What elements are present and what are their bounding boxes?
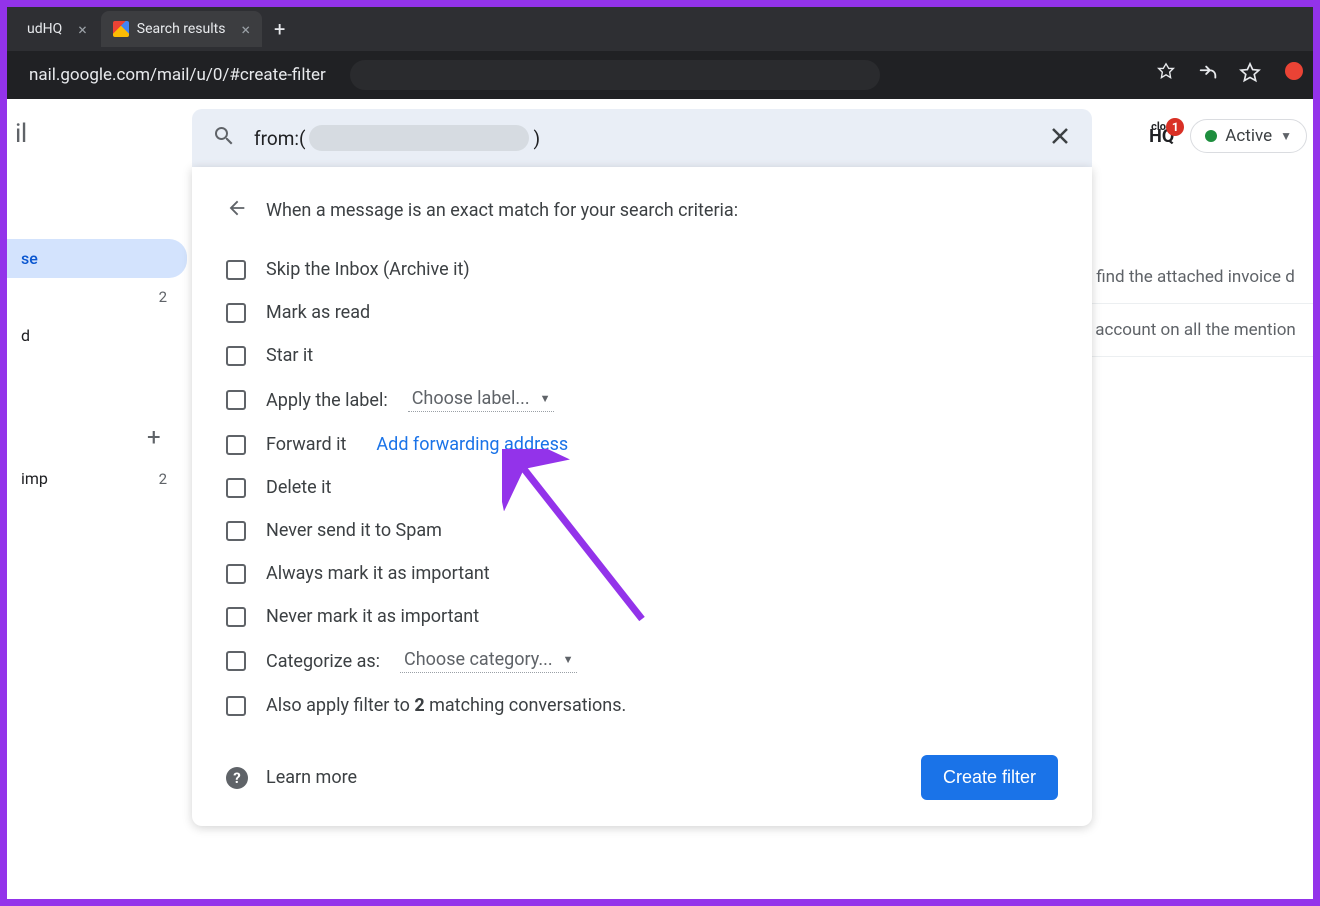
filter-option-also-apply[interactable]: Also apply filter to 2 matching conversa…	[226, 684, 1058, 727]
filter-option-skip-inbox[interactable]: Skip the Inbox (Archive it)	[226, 248, 1058, 291]
checkbox[interactable]	[226, 564, 246, 584]
add-label-button[interactable]: +	[7, 415, 187, 459]
redacted-email	[309, 125, 529, 151]
clear-search-icon[interactable]	[1048, 124, 1072, 152]
checkbox[interactable]	[226, 346, 246, 366]
tab-title: Search results	[137, 21, 226, 37]
checkbox[interactable]	[226, 696, 246, 716]
match-count: 2	[414, 695, 424, 716]
gmail-icon	[113, 21, 129, 37]
sidebar-item-label: d	[21, 326, 30, 345]
close-icon[interactable]: ×	[78, 20, 87, 39]
sidebar-item[interactable]: imp 2	[7, 459, 187, 498]
dropdown-value: Choose category...	[404, 649, 553, 670]
create-filter-panel: When a message is an exact match for you…	[192, 167, 1092, 826]
option-label: Skip the Inbox (Archive it)	[266, 259, 470, 280]
tab-title: udHQ	[27, 21, 62, 37]
option-label: Star it	[266, 345, 313, 366]
share-icon[interactable]	[1197, 62, 1219, 89]
bookmark-star-icon[interactable]	[1239, 62, 1261, 89]
option-label: Delete it	[266, 477, 331, 498]
filter-option-star[interactable]: Star it	[226, 334, 1058, 377]
checkbox[interactable]	[226, 521, 246, 541]
option-label: Forward it	[266, 434, 346, 455]
category-dropdown[interactable]: Choose category... ▼	[400, 649, 577, 673]
browser-address-bar: nail.google.com/mail/u/0/#create-filter	[7, 51, 1313, 99]
message-snippet[interactable]: e find the attached invoice d	[1083, 251, 1313, 304]
create-filter-button[interactable]: Create filter	[921, 755, 1058, 800]
sidebar-item-label: se	[21, 249, 38, 268]
checkbox[interactable]	[226, 607, 246, 627]
checkbox[interactable]	[226, 260, 246, 280]
gmail-logo-fragment: il	[7, 119, 187, 169]
badge-count: 1	[1166, 118, 1184, 136]
profile-avatar[interactable]	[1285, 62, 1303, 80]
option-label: Categorize as:	[266, 651, 380, 672]
option-label: Apply the label:	[266, 390, 388, 411]
label-dropdown[interactable]: Choose label... ▼	[408, 388, 555, 412]
badge-text: clo	[1151, 120, 1166, 133]
browser-tab-cloudhq[interactable]: udHQ ×	[15, 11, 99, 47]
plus-icon: +	[147, 423, 161, 451]
browser-tab-gmail[interactable]: Search results ×	[101, 11, 262, 47]
checkbox[interactable]	[226, 390, 246, 410]
url-text[interactable]: nail.google.com/mail/u/0/#create-filter	[17, 59, 338, 91]
search-bar[interactable]: from:( )	[192, 109, 1092, 167]
sidebar-item[interactable]: se	[7, 239, 187, 278]
message-snippet[interactable]: y account on all the mention	[1083, 304, 1313, 357]
filter-option-never-important[interactable]: Never mark it as important	[226, 595, 1058, 638]
message-list-fragment: e find the attached invoice d y account …	[1083, 251, 1313, 357]
checkbox[interactable]	[226, 478, 246, 498]
filter-option-forward[interactable]: Forward it Add forwarding address	[226, 423, 1058, 466]
panel-title: When a message is an exact match for you…	[266, 200, 738, 221]
filter-option-apply-label[interactable]: Apply the label: Choose label... ▼	[226, 377, 1058, 423]
browser-tab-strip: udHQ × Search results × +	[7, 7, 1313, 51]
add-forwarding-address-link[interactable]: Add forwarding address	[376, 434, 568, 455]
extensions-icon[interactable]	[1155, 62, 1177, 89]
dropdown-value: Choose label...	[412, 388, 530, 409]
filter-option-mark-read[interactable]: Mark as read	[226, 291, 1058, 334]
option-label: Never mark it as important	[266, 606, 479, 627]
search-input[interactable]: from:( )	[254, 125, 1030, 151]
sidebar-item-count: 2	[159, 288, 173, 306]
learn-more-link[interactable]: Learn more	[266, 767, 357, 788]
filter-option-delete[interactable]: Delete it	[226, 466, 1058, 509]
option-label: Mark as read	[266, 302, 370, 323]
option-label: Also apply filter to 2 matching conversa…	[266, 695, 626, 716]
chevron-down-icon: ▼	[1280, 129, 1292, 143]
checkbox[interactable]	[226, 651, 246, 671]
text: Also apply filter to	[266, 695, 414, 716]
text: matching conversations.	[425, 695, 627, 716]
filter-option-categorize[interactable]: Categorize as: Choose category... ▼	[226, 638, 1058, 684]
back-arrow-icon[interactable]	[226, 197, 248, 224]
cloudhq-extension-badge[interactable]: clo HQ 1	[1149, 126, 1174, 147]
gmail-sidebar: il se 2 d + imp 2	[7, 99, 187, 899]
sidebar-item-count: 2	[159, 470, 173, 488]
checkbox[interactable]	[226, 435, 246, 455]
search-suffix: )	[533, 127, 540, 150]
status-indicator-icon	[1205, 130, 1217, 142]
sidebar-item[interactable]: d	[7, 316, 187, 355]
filter-option-always-important[interactable]: Always mark it as important	[226, 552, 1058, 595]
help-icon[interactable]: ?	[226, 767, 248, 789]
close-icon[interactable]: ×	[241, 20, 250, 39]
chevron-down-icon: ▼	[563, 653, 574, 666]
search-icon[interactable]	[212, 124, 236, 152]
url-redacted	[350, 60, 880, 90]
sidebar-item-label: imp	[21, 469, 48, 488]
chevron-down-icon: ▼	[540, 392, 551, 405]
sidebar-item[interactable]: 2	[7, 278, 187, 316]
status-label: Active	[1225, 126, 1272, 146]
option-label: Never send it to Spam	[266, 520, 442, 541]
filter-option-never-spam[interactable]: Never send it to Spam	[226, 509, 1058, 552]
checkbox[interactable]	[226, 303, 246, 323]
new-tab-button[interactable]: +	[264, 17, 295, 41]
option-label: Always mark it as important	[266, 563, 490, 584]
status-dropdown[interactable]: Active ▼	[1190, 119, 1307, 153]
search-prefix: from:(	[254, 127, 305, 150]
